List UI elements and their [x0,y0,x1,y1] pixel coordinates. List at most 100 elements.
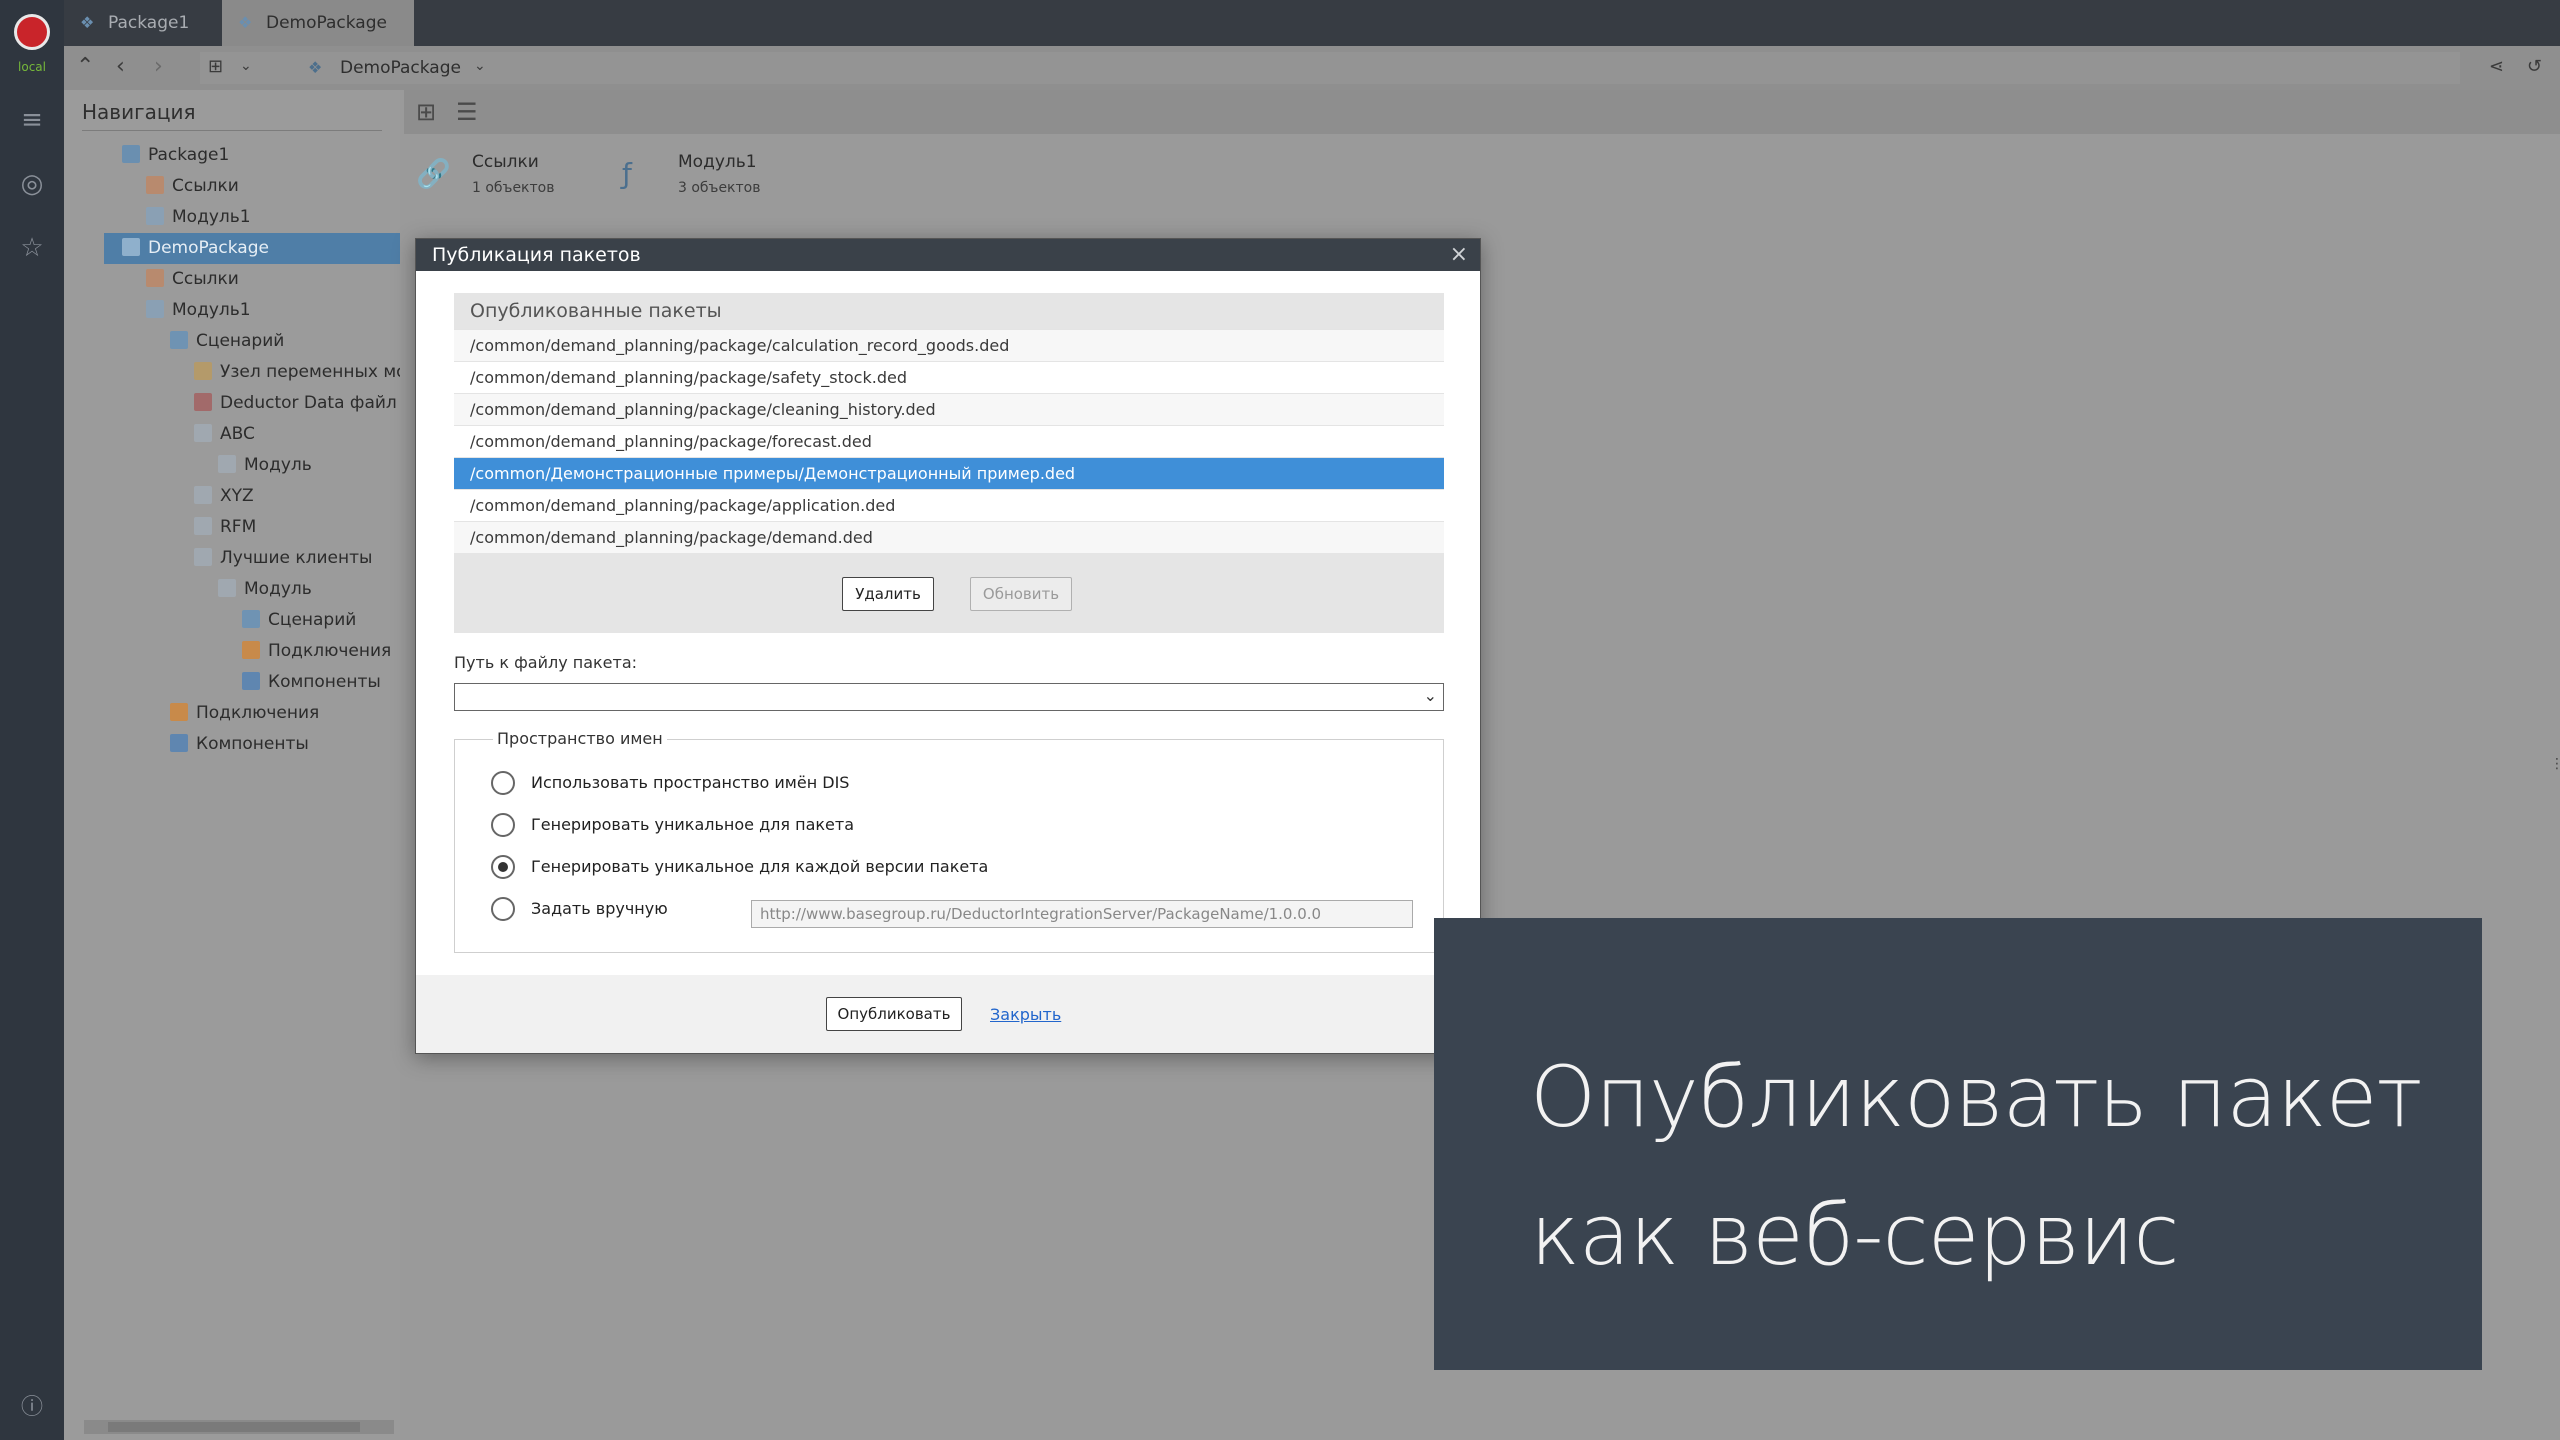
tab-package1[interactable]: ❖ Package1 [64,0,210,46]
tree-item-module1[interactable]: Модуль1 [146,202,392,233]
caption-line-1: Опубликовать пакет [1530,1048,2422,1146]
module-icon [194,486,212,504]
compass-icon[interactable]: ◎ [16,168,48,200]
radio-label: Задать вручную [531,899,668,918]
caption-text: Опубликовать пакет как веб-сервис [1530,1028,2422,1304]
chevron-down-icon[interactable]: ⌄ [1424,686,1437,705]
publish-button[interactable]: Опубликовать [826,997,962,1031]
back-icon[interactable]: ‹ [116,54,125,79]
radio-button[interactable] [491,813,515,837]
tree-item-label: XYZ [220,486,254,506]
chevron-down-icon[interactable]: ⌄ [240,58,252,74]
package-row-selected[interactable]: /common/Демонстрационные примеры/Демонст… [454,457,1444,489]
tree-item-label: Подключения [196,703,320,723]
tree-item-demopackage[interactable]: DemoPackage [104,233,400,264]
tree-item-abc[interactable]: ABC [194,419,392,450]
radio-button-checked[interactable] [491,855,515,879]
tree-item-deductor-data-file[interactable]: Deductor Data файл [194,388,400,419]
card-count: 1 объектов [472,180,555,196]
connections-icon [170,703,188,721]
breadcrumb[interactable]: ⊞ ⌄ ❖ DemoPackage ⌄ [200,52,2460,84]
components-icon [242,672,260,690]
tree-item-components[interactable]: Компоненты [170,729,392,760]
menu-icon[interactable]: ≡ [16,104,48,136]
package-path-select[interactable]: ⌄ [454,683,1444,711]
tree-item-label: Модуль1 [172,207,251,227]
dialog-footer: Опубликовать Закрыть [416,975,1480,1053]
radio-label: Использовать пространство имён DIS [531,773,850,792]
chevron-down-icon[interactable]: ⌄ [474,58,486,74]
horizontal-scrollbar[interactable] [84,1420,394,1434]
scrollbar-thumb[interactable] [108,1422,360,1432]
tree-item-package1[interactable]: Package1 [122,140,392,171]
card-links[interactable]: 🔗 Ссылки 1 объектов [416,146,596,206]
tree-item-label: Лучшие клиенты [220,548,373,568]
close-icon[interactable]: × [1450,239,1468,271]
tree-item-links[interactable]: Ссылки [146,264,392,295]
radio-button[interactable] [491,771,515,795]
tree-item-label: Узел переменных мод [220,362,400,382]
breadcrumb-item[interactable]: DemoPackage [340,52,461,84]
card-module1[interactable]: ƒ Модуль1 3 объектов [622,146,822,206]
tree-item-rfm[interactable]: RFM [194,512,392,543]
package-row[interactable]: /common/demand_planning/package/calculat… [454,329,1444,361]
tab-label: Package1 [108,13,190,33]
package-row[interactable]: /common/demand_planning/package/applicat… [454,489,1444,521]
grid-view-icon[interactable]: ⊞ [416,98,436,126]
published-packages-panel: Опубликованные пакеты /common/demand_pla… [454,293,1444,633]
info-icon[interactable]: ⓘ [16,1392,48,1424]
divider [82,130,382,131]
tree-item-components[interactable]: Компоненты [242,667,392,698]
panel-splitter[interactable]: ⋮ [2550,756,2560,774]
namespace-group: Пространство имен Использовать пространс… [454,729,1444,953]
tree-item-best-clients[interactable]: Лучшие клиенты [194,543,392,574]
app-logo-icon[interactable] [14,14,50,50]
tree-item-label: Компоненты [196,734,309,754]
package-row[interactable]: /common/demand_planning/package/cleaning… [454,393,1444,425]
tree-view-icon[interactable]: ⊞ [208,56,223,77]
radio-button[interactable] [491,897,515,921]
tree-item-label: RFM [220,517,257,537]
list-view-icon[interactable]: ☰ [456,98,478,126]
module-icon [194,548,212,566]
module-icon [218,455,236,473]
tree-item-scenario[interactable]: Сценарий [242,605,392,636]
radio-label: Генерировать уникальное для пакета [531,815,855,834]
tree-item-xyz[interactable]: XYZ [194,481,392,512]
delete-button[interactable]: Удалить [842,577,934,611]
workspace-toolbar: ⊞ ☰ [404,90,2560,134]
published-packages-list: /common/demand_planning/package/calculat… [454,329,1444,553]
variables-icon [194,362,212,380]
tab-demopackage[interactable]: ❖ DemoPackage [222,0,414,46]
package-row[interactable]: /common/demand_planning/package/demand.d… [454,521,1444,553]
tree-item-module[interactable]: Модуль [218,574,392,605]
refresh-icon[interactable]: ↺ [2527,56,2542,77]
dialog-header: Публикация пакетов × [416,239,1480,271]
share-icon[interactable]: ⋖ [2489,56,2504,77]
tree-item-variables-node[interactable]: Узел переменных мод [194,357,400,388]
tree-item-connections[interactable]: Подключения [242,636,392,667]
close-link[interactable]: Закрыть [990,1005,1061,1024]
star-icon[interactable]: ☆ [16,232,48,264]
navigation-title: Навигация [82,100,196,124]
navigation-panel: Навигация Package1 Ссылки Модуль1 DemoPa… [64,90,400,1440]
tree-item-module[interactable]: Модуль [218,450,392,481]
manual-namespace-input[interactable]: http://www.basegroup.ru/DeductorIntegrat… [751,900,1413,928]
card-name: Модуль1 [678,152,757,172]
address-bar: ⌃ ‹ › ⊞ ⌄ ❖ DemoPackage ⌄ ⋖ ↺ [64,46,2560,90]
package-row[interactable]: /common/demand_planning/package/safety_s… [454,361,1444,393]
tree-item-links[interactable]: Ссылки [146,171,392,202]
package-row[interactable]: /common/demand_planning/package/forecast… [454,425,1444,457]
refresh-button[interactable]: Обновить [970,577,1072,611]
up-icon[interactable]: ⌃ [76,54,94,79]
tree-item-scenario[interactable]: Сценарий [170,326,392,357]
module-icon [194,517,212,535]
scenario-icon [242,610,260,628]
tree-item-connections[interactable]: Подключения [170,698,392,729]
forward-icon[interactable]: › [154,54,163,79]
panel-splitter[interactable]: ⋮ [398,756,412,774]
tree-item-module1[interactable]: Модуль1 [146,295,392,326]
caption-line-2: как веб-сервис [1530,1186,2179,1284]
package-icon [122,145,140,163]
tree-item-label: Модуль1 [172,300,251,320]
